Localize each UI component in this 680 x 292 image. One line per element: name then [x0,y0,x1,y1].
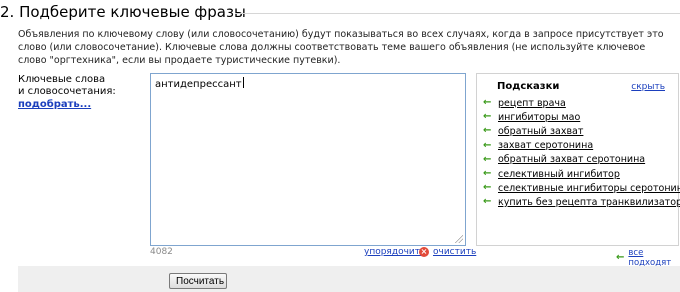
hints-title: Подсказки [497,81,560,92]
clear-button[interactable]: × очистить [419,246,476,258]
section-header: 2. Подберите ключевые фразы [0,3,680,23]
calculate-button[interactable]: Посчитать [169,273,227,289]
hints-list: ← рецепт врача ← ингибиторы мао ← обратный … [483,96,680,210]
hint-item-link[interactable]: захват серотонина [498,140,593,151]
hint-item[interactable]: ← обратный захват [483,124,680,138]
hint-item[interactable]: ← ингибиторы мао [483,110,680,124]
hint-item-link[interactable]: селективный ингибитор [498,169,620,180]
arrow-left-icon: ← [483,97,492,109]
arrow-left-icon: ← [483,168,492,180]
hint-item[interactable]: ← купить без рецепта транквилизаторы [483,195,680,209]
keywords-textarea-value: антидепрессант [155,79,242,90]
section-divider [235,13,680,14]
keywords-label: Ключевые слова и словосочетания: подобра… [18,74,138,111]
hint-item[interactable]: ← рецепт врача [483,96,680,110]
hide-hints-link[interactable]: скрыть [631,82,665,92]
hint-item[interactable]: ← селективные ингибиторы серотонина [483,181,680,195]
keywords-label-line1: Ключевые слова [18,74,106,85]
clear-link[interactable]: очистить [433,247,476,257]
arrow-left-icon: ← [483,196,492,208]
hint-item[interactable]: ← захват серотонина [483,139,680,153]
arrow-left-icon: ← [483,111,492,123]
hint-item-link[interactable]: рецепт врача [498,98,566,109]
arrow-left-icon: ← [483,153,492,165]
hint-item-link[interactable]: селективные ингибиторы серотонина [498,183,680,194]
hints-panel: Подсказки скрыть ← рецепт врача ← ингибито… [476,73,680,246]
hint-item-link[interactable]: обратный захват серотонина [498,154,645,165]
all-fit-link[interactable]: все подходят [628,248,680,268]
keywords-label-line2: и словосочетания: [18,86,116,97]
resize-handle[interactable] [455,235,463,243]
hint-item-link[interactable]: ингибиторы мао [498,112,580,123]
arrow-left-icon: ← [483,182,492,194]
pick-keywords-link[interactable]: подобрать... [18,99,91,111]
hint-item-link[interactable]: купить без рецепта транквилизаторы [498,197,680,208]
section-title: 2. Подберите ключевые фразы [0,3,246,21]
section-description: Объявления по ключевому слову (или слово… [18,29,664,66]
text-cursor [242,77,244,88]
arrow-left-icon: ← [483,125,492,137]
hint-item[interactable]: ← селективный ингибитор [483,167,680,181]
footer-bar [18,266,680,292]
clear-icon: × [419,247,429,257]
hint-item[interactable]: ← обратный захват серотонина [483,153,680,167]
arrow-left-icon: ← [483,139,492,151]
characters-counter: 4082 [150,247,173,257]
hint-item-link[interactable]: обратный захват [498,126,583,137]
order-link[interactable]: упорядочить [364,247,425,257]
arrow-left-icon: ← [616,252,625,263]
keywords-textarea[interactable]: антидепрессант [150,73,466,246]
all-fit-button[interactable]: ← все подходят [616,248,680,268]
